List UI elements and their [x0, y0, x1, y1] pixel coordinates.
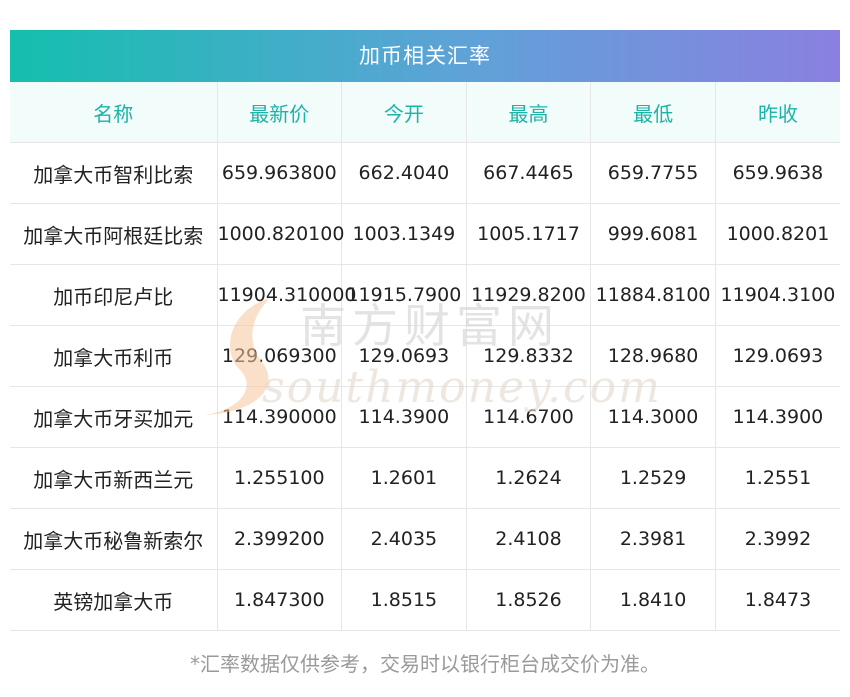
latest-price-cell: 1.255100: [217, 447, 343, 509]
header-name: 名称: [10, 82, 218, 143]
low-cell: 1.2529: [590, 447, 716, 509]
latest-price-cell: 659.963800: [217, 142, 343, 204]
exchange-rate-card: 加币相关汇率 名称 最新价 今开 最高 最低 昨收 加拿大币智利比索 659.9…: [10, 30, 840, 631]
low-cell: 11884.8100: [590, 264, 716, 326]
high-cell: 667.4465: [466, 142, 592, 204]
currency-pair-name: 加拿大币牙买加元: [10, 386, 218, 448]
table-row: 英镑加拿大币 1.847300 1.8515 1.8526 1.8410 1.8…: [10, 569, 840, 631]
currency-pair-name: 加拿大币阿根廷比索: [10, 203, 218, 265]
header-high: 最高: [466, 82, 592, 143]
open-cell: 11915.7900: [341, 264, 467, 326]
prev-close-cell: 659.9638: [715, 142, 840, 204]
latest-price-cell: 11904.310000: [217, 264, 357, 326]
high-cell: 1.2624: [466, 447, 592, 509]
exchange-rate-table: 名称 最新价 今开 最高 最低 昨收 加拿大币智利比索 659.963800 6…: [10, 82, 840, 631]
low-cell: 128.9680: [590, 325, 716, 387]
table-row: 加币印尼卢比 11904.310000 11915.7900 11929.820…: [10, 264, 840, 326]
disclaimer-footnote: *汇率数据仅供参考，交易时以银行柜台成交价为准。: [190, 652, 660, 676]
currency-pair-name: 加拿大币秘鲁新索尔: [10, 508, 218, 570]
header-prev-close: 昨收: [715, 82, 840, 143]
high-cell: 1.8526: [466, 569, 592, 631]
latest-price-cell: 114.390000: [217, 386, 343, 448]
low-cell: 2.3981: [590, 508, 716, 570]
currency-pair-name: 加拿大币利币: [10, 325, 218, 387]
low-cell: 1.8410: [590, 569, 716, 631]
open-cell: 114.3900: [341, 386, 467, 448]
prev-close-cell: 114.3900: [715, 386, 840, 448]
high-cell: 11929.8200: [466, 264, 592, 326]
low-cell: 114.3000: [590, 386, 716, 448]
latest-price-cell: 2.399200: [217, 508, 343, 570]
table-row: 加拿大币秘鲁新索尔 2.399200 2.4035 2.4108 2.3981 …: [10, 508, 840, 570]
prev-close-cell: 129.0693: [715, 325, 840, 387]
prev-close-cell: 1.2551: [715, 447, 840, 509]
high-cell: 129.8332: [466, 325, 592, 387]
open-cell: 1.2601: [341, 447, 467, 509]
low-cell: 999.6081: [590, 203, 716, 265]
table-row: 加拿大币智利比索 659.963800 662.4040 667.4465 65…: [10, 142, 840, 204]
open-cell: 2.4035: [341, 508, 467, 570]
high-cell: 114.6700: [466, 386, 592, 448]
high-cell: 1005.1717: [466, 203, 592, 265]
latest-price-cell: 129.069300: [217, 325, 343, 387]
currency-pair-name: 英镑加拿大币: [10, 569, 218, 631]
latest-price-cell: 1000.820100: [217, 203, 344, 265]
prev-close-cell: 1000.8201: [715, 203, 840, 265]
table-row: 加拿大币利币 129.069300 129.0693 129.8332 128.…: [10, 325, 840, 387]
table-header-row: 名称 最新价 今开 最高 最低 昨收: [10, 82, 840, 143]
currency-pair-name: 加拿大币新西兰元: [10, 447, 218, 509]
table-title: 加币相关汇率: [10, 30, 840, 82]
prev-close-cell: 1.8473: [715, 569, 840, 631]
header-latest-price: 最新价: [217, 82, 343, 143]
header-low: 最低: [590, 82, 716, 143]
table-row: 加拿大币牙买加元 114.390000 114.3900 114.6700 11…: [10, 386, 840, 448]
table-row: 加拿大币新西兰元 1.255100 1.2601 1.2624 1.2529 1…: [10, 447, 840, 509]
open-cell: 662.4040: [341, 142, 467, 204]
open-cell: 1.8515: [341, 569, 467, 631]
prev-close-cell: 11904.3100: [715, 264, 840, 326]
open-cell: 1003.1349: [341, 203, 467, 265]
latest-price-cell: 1.847300: [217, 569, 343, 631]
open-cell: 129.0693: [341, 325, 467, 387]
high-cell: 2.4108: [466, 508, 592, 570]
low-cell: 659.7755: [590, 142, 716, 204]
currency-pair-name: 加币印尼卢比: [10, 264, 218, 326]
currency-pair-name: 加拿大币智利比索: [10, 142, 218, 204]
prev-close-cell: 2.3992: [715, 508, 840, 570]
header-open: 今开: [341, 82, 467, 143]
table-row: 加拿大币阿根廷比索 1000.820100 1003.1349 1005.171…: [10, 203, 840, 265]
